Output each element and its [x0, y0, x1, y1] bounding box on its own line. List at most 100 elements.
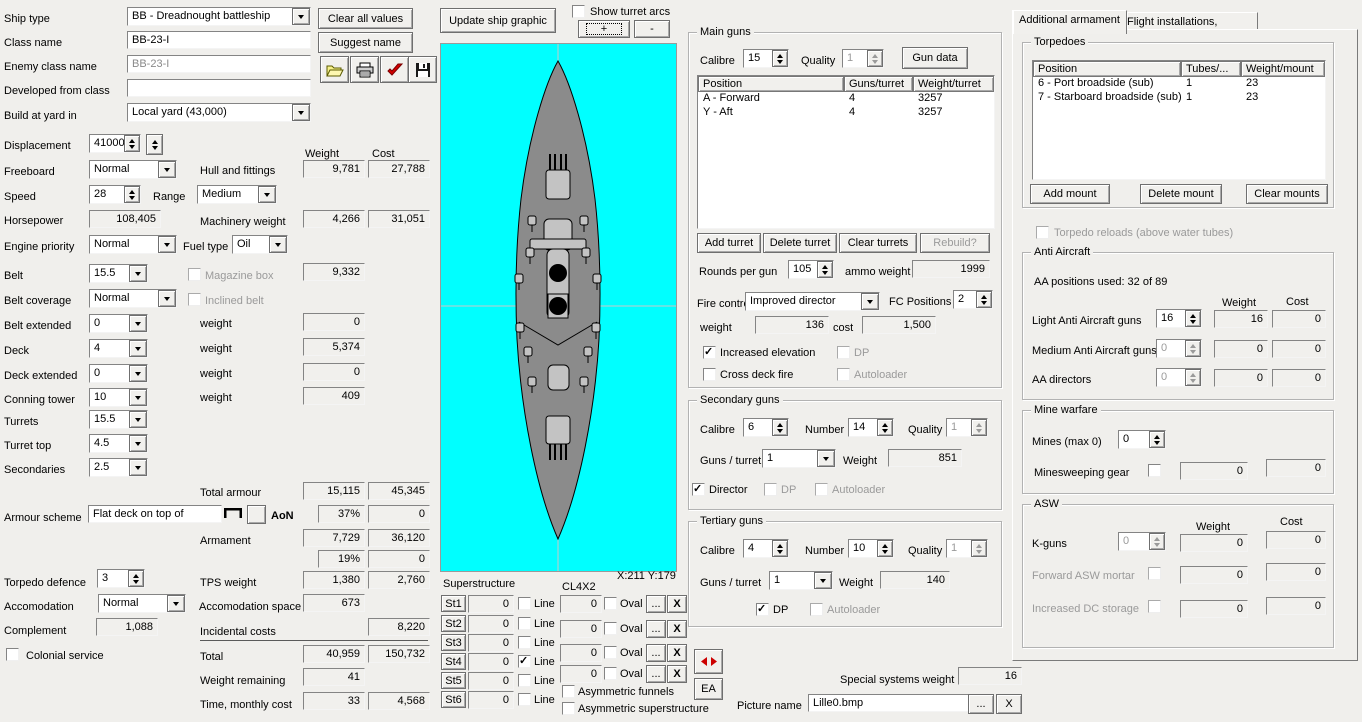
displacement-coarse-spinner[interactable] — [146, 134, 163, 155]
displacement-spinner[interactable]: 41000 — [89, 134, 141, 153]
st6-button[interactable]: St6 — [441, 691, 466, 708]
light-aa-spinner[interactable]: 16 — [1156, 309, 1202, 328]
spinner-arrows-icon[interactable] — [772, 50, 788, 67]
forward-asw-mortar-checkbox[interactable] — [1148, 567, 1161, 580]
show-turret-arcs-checkbox[interactable] — [572, 5, 585, 18]
column-header-tubes[interactable]: Tubes/... — [1181, 61, 1241, 77]
oval1-delete-button[interactable]: X — [667, 595, 687, 613]
range-dropdown[interactable]: Medium — [197, 185, 277, 204]
table-row[interactable]: A - Forward 4 3257 — [698, 92, 994, 106]
aa-directors-spinner[interactable]: 0 — [1156, 368, 1202, 387]
st1-line-checkbox[interactable] — [518, 597, 531, 610]
inclined-belt-checkbox[interactable] — [188, 293, 201, 306]
chevron-down-icon[interactable] — [269, 236, 287, 253]
table-row[interactable]: 6 - Port broadside (sub) 1 23 — [1033, 77, 1325, 91]
open-file-button[interactable] — [320, 56, 349, 83]
build-yard-dropdown[interactable]: Local yard (43,000) — [127, 103, 311, 122]
torpedo-reloads-checkbox[interactable] — [1036, 226, 1049, 239]
freeboard-dropdown[interactable]: Normal — [89, 160, 177, 179]
asymmetric-funnels-checkbox[interactable] — [562, 685, 575, 698]
chevron-down-icon[interactable] — [167, 595, 185, 612]
main-dp-checkbox[interactable] — [837, 346, 850, 359]
print-button[interactable] — [350, 56, 379, 83]
main-guns-table[interactable]: Position Guns/turret Weight/turret A - F… — [697, 75, 995, 229]
mirror-ship-button[interactable] — [694, 649, 723, 674]
magazine-box-checkbox[interactable] — [188, 268, 201, 281]
deck-dropdown[interactable]: 4 — [89, 339, 148, 358]
torpedoes-table-header[interactable]: Position Tubes/... Weight/mount — [1033, 61, 1325, 77]
armour-scheme-picker-button[interactable] — [247, 505, 266, 524]
asymmetric-superstructure-checkbox[interactable] — [562, 702, 575, 715]
mines-spinner[interactable]: 0 — [1118, 430, 1166, 449]
spinner-arrows-icon[interactable] — [877, 419, 893, 436]
tertiary-calibre-spinner[interactable]: 4 — [743, 539, 789, 558]
secondary-guns-per-turret-dropdown[interactable]: 1 — [762, 449, 836, 468]
spinner-arrows-icon[interactable] — [124, 186, 140, 203]
rebuild-button[interactable]: Rebuild? — [920, 233, 990, 253]
column-header-position[interactable]: Position — [698, 76, 844, 92]
chevron-down-icon[interactable] — [129, 389, 147, 406]
st4-button[interactable]: St4 — [441, 653, 466, 670]
validate-button[interactable] — [380, 56, 409, 83]
st2-line-checkbox[interactable] — [518, 617, 531, 630]
turrets-dropdown[interactable]: 15.5 — [89, 410, 148, 429]
cross-deck-fire-checkbox[interactable] — [703, 368, 716, 381]
chevron-down-icon[interactable] — [129, 315, 147, 332]
main-autoloader-checkbox[interactable] — [837, 368, 850, 381]
secondary-calibre-spinner[interactable]: 6 — [743, 418, 789, 437]
zoom-out-button[interactable]: - — [634, 20, 670, 38]
chevron-down-icon[interactable] — [129, 265, 147, 282]
column-header-weight-mount[interactable]: Weight/mount — [1241, 61, 1325, 77]
spinner-arrows-icon[interactable] — [1185, 340, 1201, 357]
spinner-arrows-icon[interactable] — [877, 540, 893, 557]
torpedoes-table[interactable]: Position Tubes/... Weight/mount 6 - Port… — [1032, 60, 1326, 180]
picture-name-input[interactable]: Lille0.bmp — [808, 694, 970, 712]
st5-button[interactable]: St5 — [441, 672, 466, 689]
column-header-guns-per-turret[interactable]: Guns/turret — [844, 76, 913, 92]
st6-line-checkbox[interactable] — [518, 693, 531, 706]
table-row[interactable]: Y - Aft 4 3257 — [698, 106, 994, 120]
oval2-checkbox[interactable] — [604, 622, 617, 635]
main-quality-spinner[interactable]: 1 — [842, 49, 884, 68]
oval3-browse-button[interactable]: ... — [646, 644, 666, 662]
chevron-down-icon[interactable] — [292, 8, 310, 25]
spinner-arrows-icon[interactable] — [1185, 310, 1201, 327]
colonial-service-checkbox[interactable] — [6, 648, 19, 661]
chevron-down-icon[interactable] — [814, 572, 832, 589]
speed-spinner[interactable]: 28 — [89, 185, 141, 204]
fire-control-dropdown[interactable]: Improved director — [745, 292, 880, 311]
st1-button[interactable]: St1 — [441, 595, 466, 612]
belt-coverage-dropdown[interactable]: Normal — [89, 289, 177, 308]
secondary-quality-spinner[interactable]: 1 — [946, 418, 988, 437]
clear-all-values-button[interactable]: Clear all values — [318, 8, 413, 29]
belt-dropdown[interactable]: 15.5 — [89, 264, 148, 283]
medium-aa-spinner[interactable]: 0 — [1156, 339, 1202, 358]
chevron-down-icon[interactable] — [861, 293, 879, 310]
turret-top-dropdown[interactable]: 4.5 — [89, 434, 148, 453]
minesweeping-gear-checkbox[interactable] — [1148, 464, 1161, 477]
tab-additional-armament[interactable]: Additional armament — [1012, 10, 1127, 34]
main-calibre-spinner[interactable]: 15 — [743, 49, 789, 68]
table-row[interactable]: 7 - Starboard broadside (sub) 1 23 — [1033, 91, 1325, 105]
oval4-delete-button[interactable]: X — [667, 665, 687, 683]
chevron-down-icon[interactable] — [158, 161, 176, 178]
gun-data-button[interactable]: Gun data — [902, 47, 968, 69]
spinner-arrows-icon[interactable] — [772, 419, 788, 436]
zoom-in-button[interactable]: + — [578, 20, 630, 38]
oval3-checkbox[interactable] — [604, 646, 617, 659]
accomodation-dropdown[interactable]: Normal — [98, 594, 186, 613]
column-header-position[interactable]: Position — [1033, 61, 1181, 77]
deck-extended-dropdown[interactable]: 0 — [89, 364, 148, 383]
belt-extended-dropdown[interactable]: 0 — [89, 314, 148, 333]
oval4-checkbox[interactable] — [604, 667, 617, 680]
st4-line-checkbox[interactable] — [518, 654, 531, 668]
fc-positions-spinner[interactable]: 2 — [953, 290, 993, 309]
increased-dc-storage-checkbox[interactable] — [1148, 600, 1161, 613]
chevron-down-icon[interactable] — [158, 236, 176, 253]
oval2-browse-button[interactable]: ... — [646, 620, 666, 638]
developed-from-input[interactable] — [127, 79, 311, 97]
add-mount-button[interactable]: Add mount — [1030, 184, 1110, 204]
clear-mounts-button[interactable]: Clear mounts — [1246, 184, 1328, 204]
rounds-per-gun-spinner[interactable]: 105 — [788, 260, 834, 279]
chevron-down-icon[interactable] — [258, 186, 276, 203]
